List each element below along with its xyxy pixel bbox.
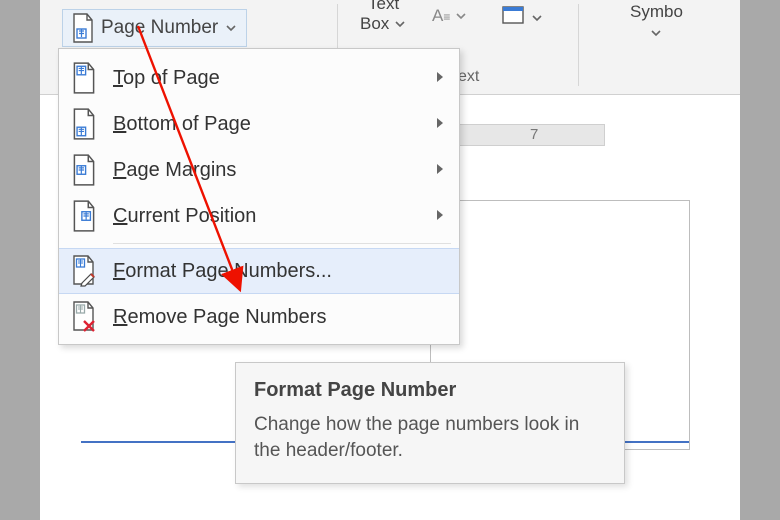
symbol-button[interactable]: Symbo (630, 2, 683, 40)
submenu-arrow-icon (435, 113, 445, 136)
ruler-tick: 7 (530, 126, 538, 143)
menu-item-label: Top of Page (113, 67, 421, 90)
tooltip: Format Page Number Change how the page n… (235, 362, 625, 484)
menu-item-label: Remove Page Numbers (113, 306, 445, 329)
chevron-down-icon (224, 21, 238, 35)
app-window: Page Number Text Box A≡ (40, 0, 740, 520)
page-number-button[interactable]: Page Number (62, 9, 247, 47)
chevron-down-icon (649, 26, 663, 40)
tooltip-title: Format Page Number (254, 379, 606, 402)
menu-separator (113, 243, 451, 244)
ribbon-group-label-text: ext (458, 68, 479, 86)
font-style-button[interactable]: A≡ (432, 6, 468, 26)
page-top-icon (69, 61, 99, 95)
submenu-arrow-icon (435, 67, 445, 90)
menu-item-label: Page Margins (113, 159, 421, 182)
page-number-menu: Top of Page Bottom of Page Page Margins … (58, 48, 460, 345)
page-number-label: Page Number (101, 17, 218, 39)
submenu-arrow-icon (435, 159, 445, 182)
page-current-icon (69, 199, 99, 233)
page-bottom-icon (69, 107, 99, 141)
quick-parts-icon (502, 4, 526, 31)
format-page-numbers-icon (69, 254, 99, 288)
ruler-track (445, 124, 605, 146)
menu-item-current-position[interactable]: Current Position (59, 193, 459, 239)
menu-item-format-page-numbers[interactable]: Format Page Numbers... (59, 248, 459, 294)
menu-item-remove-page-numbers[interactable]: Remove Page Numbers (59, 294, 459, 340)
remove-page-numbers-icon (69, 300, 99, 334)
menu-item-label: Bottom of Page (113, 113, 421, 136)
menu-item-top-of-page[interactable]: Top of Page (59, 55, 459, 101)
text-box-button[interactable]: Text Box (360, 0, 407, 34)
font-style-icon: A≡ (432, 6, 450, 26)
tooltip-body: Change how the page numbers look in the … (254, 412, 606, 463)
menu-item-label: Current Position (113, 205, 421, 228)
chevron-down-icon (530, 11, 544, 25)
menu-item-label: Format Page Numbers... (113, 260, 445, 283)
menu-item-page-margins[interactable]: Page Margins (59, 147, 459, 193)
page-number-icon (71, 13, 95, 43)
quick-parts-button[interactable] (502, 4, 544, 31)
page-margins-icon (69, 153, 99, 187)
chevron-down-icon (393, 17, 407, 31)
ribbon-separator (578, 4, 579, 86)
text-box-label-bottom: Box (360, 14, 389, 34)
symbol-label: Symbo (630, 2, 683, 22)
text-box-label-top: Text (368, 0, 399, 14)
menu-item-bottom-of-page[interactable]: Bottom of Page (59, 101, 459, 147)
chevron-down-icon (454, 9, 468, 23)
submenu-arrow-icon (435, 205, 445, 228)
